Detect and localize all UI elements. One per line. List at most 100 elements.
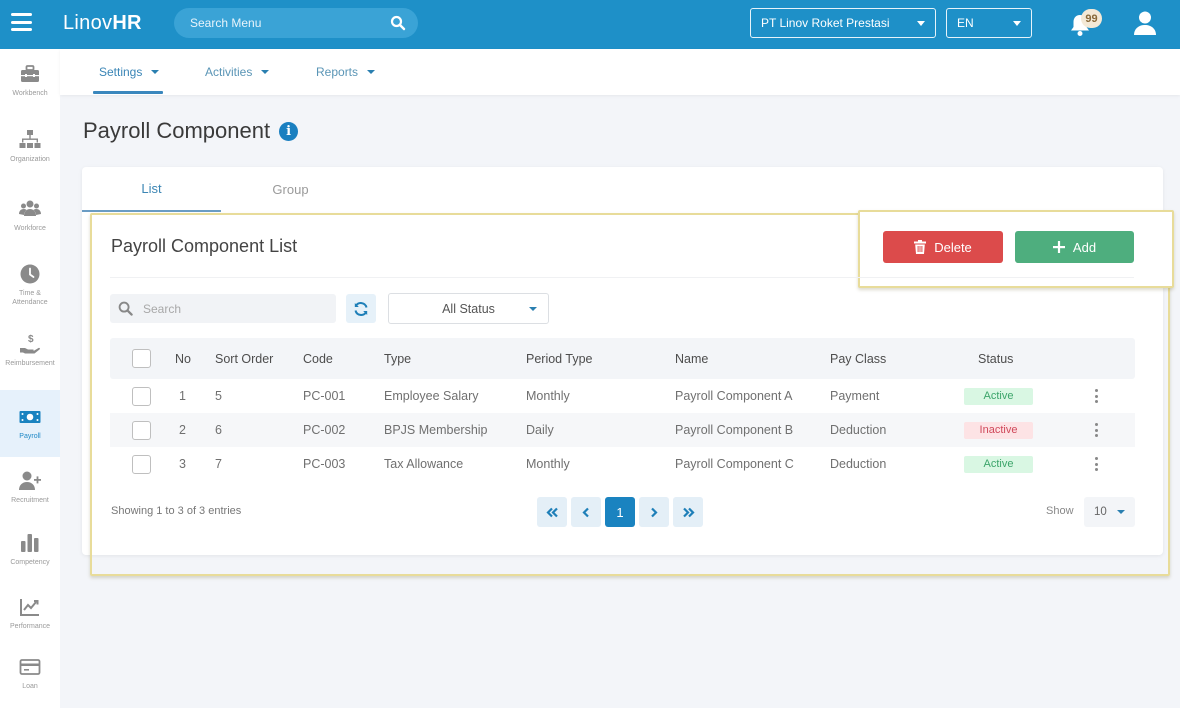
delete-button-label: Delete [934, 239, 972, 255]
sidebar-item-performance[interactable]: Performance [0, 596, 60, 631]
subnav-activities[interactable]: Activities [205, 49, 270, 95]
company-select-value: PT Linov Roket Prestasi [761, 16, 890, 30]
user-plus-icon [19, 471, 41, 490]
row-checkbox[interactable] [132, 386, 151, 406]
sidebar-item-label: Reimbursement [5, 360, 55, 367]
sidebar: Workbench Organization Workforce Time & … [0, 49, 60, 708]
previous-page-button[interactable] [571, 497, 601, 527]
tab-list[interactable]: List [82, 167, 221, 212]
sidebar-item-reimbursement[interactable]: $ Reimbursement [0, 333, 60, 368]
next-page-button[interactable] [639, 497, 669, 527]
refresh-icon [354, 301, 368, 316]
sidebar-item-payroll[interactable]: Payroll [0, 390, 60, 457]
cell-sort-order: 7 [215, 457, 222, 471]
subnav-label: Settings [99, 65, 143, 79]
table-row: 2 6 PC-002 BPJS Membership Daily Payroll… [110, 413, 1135, 447]
chevron-right-icon [651, 507, 658, 517]
add-button[interactable]: Add [1015, 231, 1134, 263]
tab-group[interactable]: Group [221, 167, 360, 212]
search-menu-input[interactable] [190, 16, 390, 30]
column-header-status[interactable]: Status [978, 338, 1013, 379]
cell-period-type: Monthly [526, 389, 570, 403]
bar-chart-icon [21, 534, 39, 552]
page-title-text: Payroll Component [83, 118, 271, 143]
cell-pay-class: Deduction [830, 457, 887, 471]
hand-dollar-icon: $ [20, 334, 40, 354]
cell-type: Tax Allowance [384, 457, 464, 471]
sidebar-item-label: Competency [10, 559, 50, 566]
hamburger-menu-icon[interactable] [11, 13, 32, 31]
search-icon[interactable] [390, 15, 406, 31]
cell-no: 1 [179, 389, 186, 403]
trash-icon [914, 240, 927, 254]
select-all-checkbox[interactable] [132, 349, 151, 368]
column-header-period-type[interactable]: Period Type [526, 338, 592, 379]
money-bill-icon [19, 411, 41, 423]
subnav-label: Activities [205, 65, 253, 79]
clock-icon [20, 264, 40, 284]
sub-navigation: Settings Activities Reports [60, 49, 1180, 95]
info-icon[interactable]: i [279, 121, 299, 141]
cell-sort-order: 6 [215, 423, 222, 437]
list-title: Payroll Component List [111, 236, 298, 256]
cell-sort-order: 5 [215, 389, 222, 403]
subnav-label: Reports [316, 65, 359, 79]
status-filter-select[interactable]: All Status [388, 293, 549, 324]
cell-pay-class: Deduction [830, 423, 887, 437]
row-checkbox[interactable] [132, 454, 151, 474]
cell-name: Payroll Component B [675, 423, 794, 437]
table-row: 1 5 PC-001 Employee Salary Monthly Payro… [110, 379, 1135, 413]
first-page-button[interactable] [537, 497, 567, 527]
sidebar-item-label: Loan [22, 683, 38, 690]
double-chevron-right-icon [682, 507, 695, 517]
cell-period-type: Daily [526, 423, 554, 437]
logo-text-light: Linov [63, 12, 113, 34]
subnav-settings[interactable]: Settings [92, 49, 164, 95]
more-options-icon[interactable] [1089, 387, 1103, 405]
sidebar-item-label: Recruitment [11, 497, 49, 504]
more-options-icon[interactable] [1089, 421, 1103, 439]
language-select[interactable]: EN [946, 8, 1032, 38]
page-title: Payroll Component i [83, 118, 299, 144]
row-checkbox[interactable] [132, 420, 151, 440]
column-header-sort-order[interactable]: Sort Order [215, 338, 273, 379]
app-logo[interactable]: LinovHR [63, 12, 142, 35]
company-select[interactable]: PT Linov Roket Prestasi [750, 8, 936, 38]
cell-type: Employee Salary [384, 389, 479, 403]
status-badge: Active [964, 387, 1033, 405]
user-avatar-icon[interactable] [1133, 10, 1157, 36]
sidebar-item-label: Time & Attendance [12, 290, 48, 306]
column-header-pay-class[interactable]: Pay Class [830, 338, 886, 379]
cell-code: PC-002 [303, 423, 346, 437]
chevron-down-icon [917, 20, 925, 26]
status-badge: Active [964, 455, 1033, 473]
cell-period-type: Monthly [526, 457, 570, 471]
column-header-code[interactable]: Code [303, 338, 333, 379]
table-row: 3 7 PC-003 Tax Allowance Monthly Payroll… [110, 447, 1135, 481]
column-header-name[interactable]: Name [675, 338, 708, 379]
add-button-label: Add [1072, 239, 1097, 255]
last-page-button[interactable] [673, 497, 703, 527]
column-header-type[interactable]: Type [384, 338, 411, 379]
sidebar-item-recruitment[interactable]: Recruitment [0, 470, 60, 505]
more-options-icon[interactable] [1089, 455, 1103, 473]
column-header-no[interactable]: No [175, 338, 191, 379]
page-button-current[interactable]: 1 [605, 497, 635, 527]
delete-button[interactable]: Delete [883, 231, 1003, 263]
sidebar-item-loan[interactable]: Loan [0, 656, 60, 691]
tab-bar: List Group [82, 167, 1163, 212]
sidebar-item-organization[interactable]: Organization [0, 129, 60, 164]
search-input[interactable] [143, 301, 313, 316]
page-size-select[interactable]: 10 [1084, 497, 1135, 527]
sidebar-item-workforce[interactable]: Workforce [0, 198, 60, 233]
search-box [110, 294, 336, 323]
sidebar-item-workbench[interactable]: Workbench [0, 63, 60, 98]
logo-text-bold: HR [112, 12, 142, 34]
sidebar-item-label: Performance [9, 623, 51, 630]
sidebar-item-time-attendance[interactable]: Time & Attendance [0, 263, 60, 307]
search-icon [118, 301, 133, 316]
sidebar-item-competency[interactable]: Competency [0, 532, 60, 567]
cell-type: BPJS Membership [384, 423, 488, 437]
subnav-reports[interactable]: Reports [316, 49, 376, 95]
refresh-button[interactable] [346, 294, 376, 323]
